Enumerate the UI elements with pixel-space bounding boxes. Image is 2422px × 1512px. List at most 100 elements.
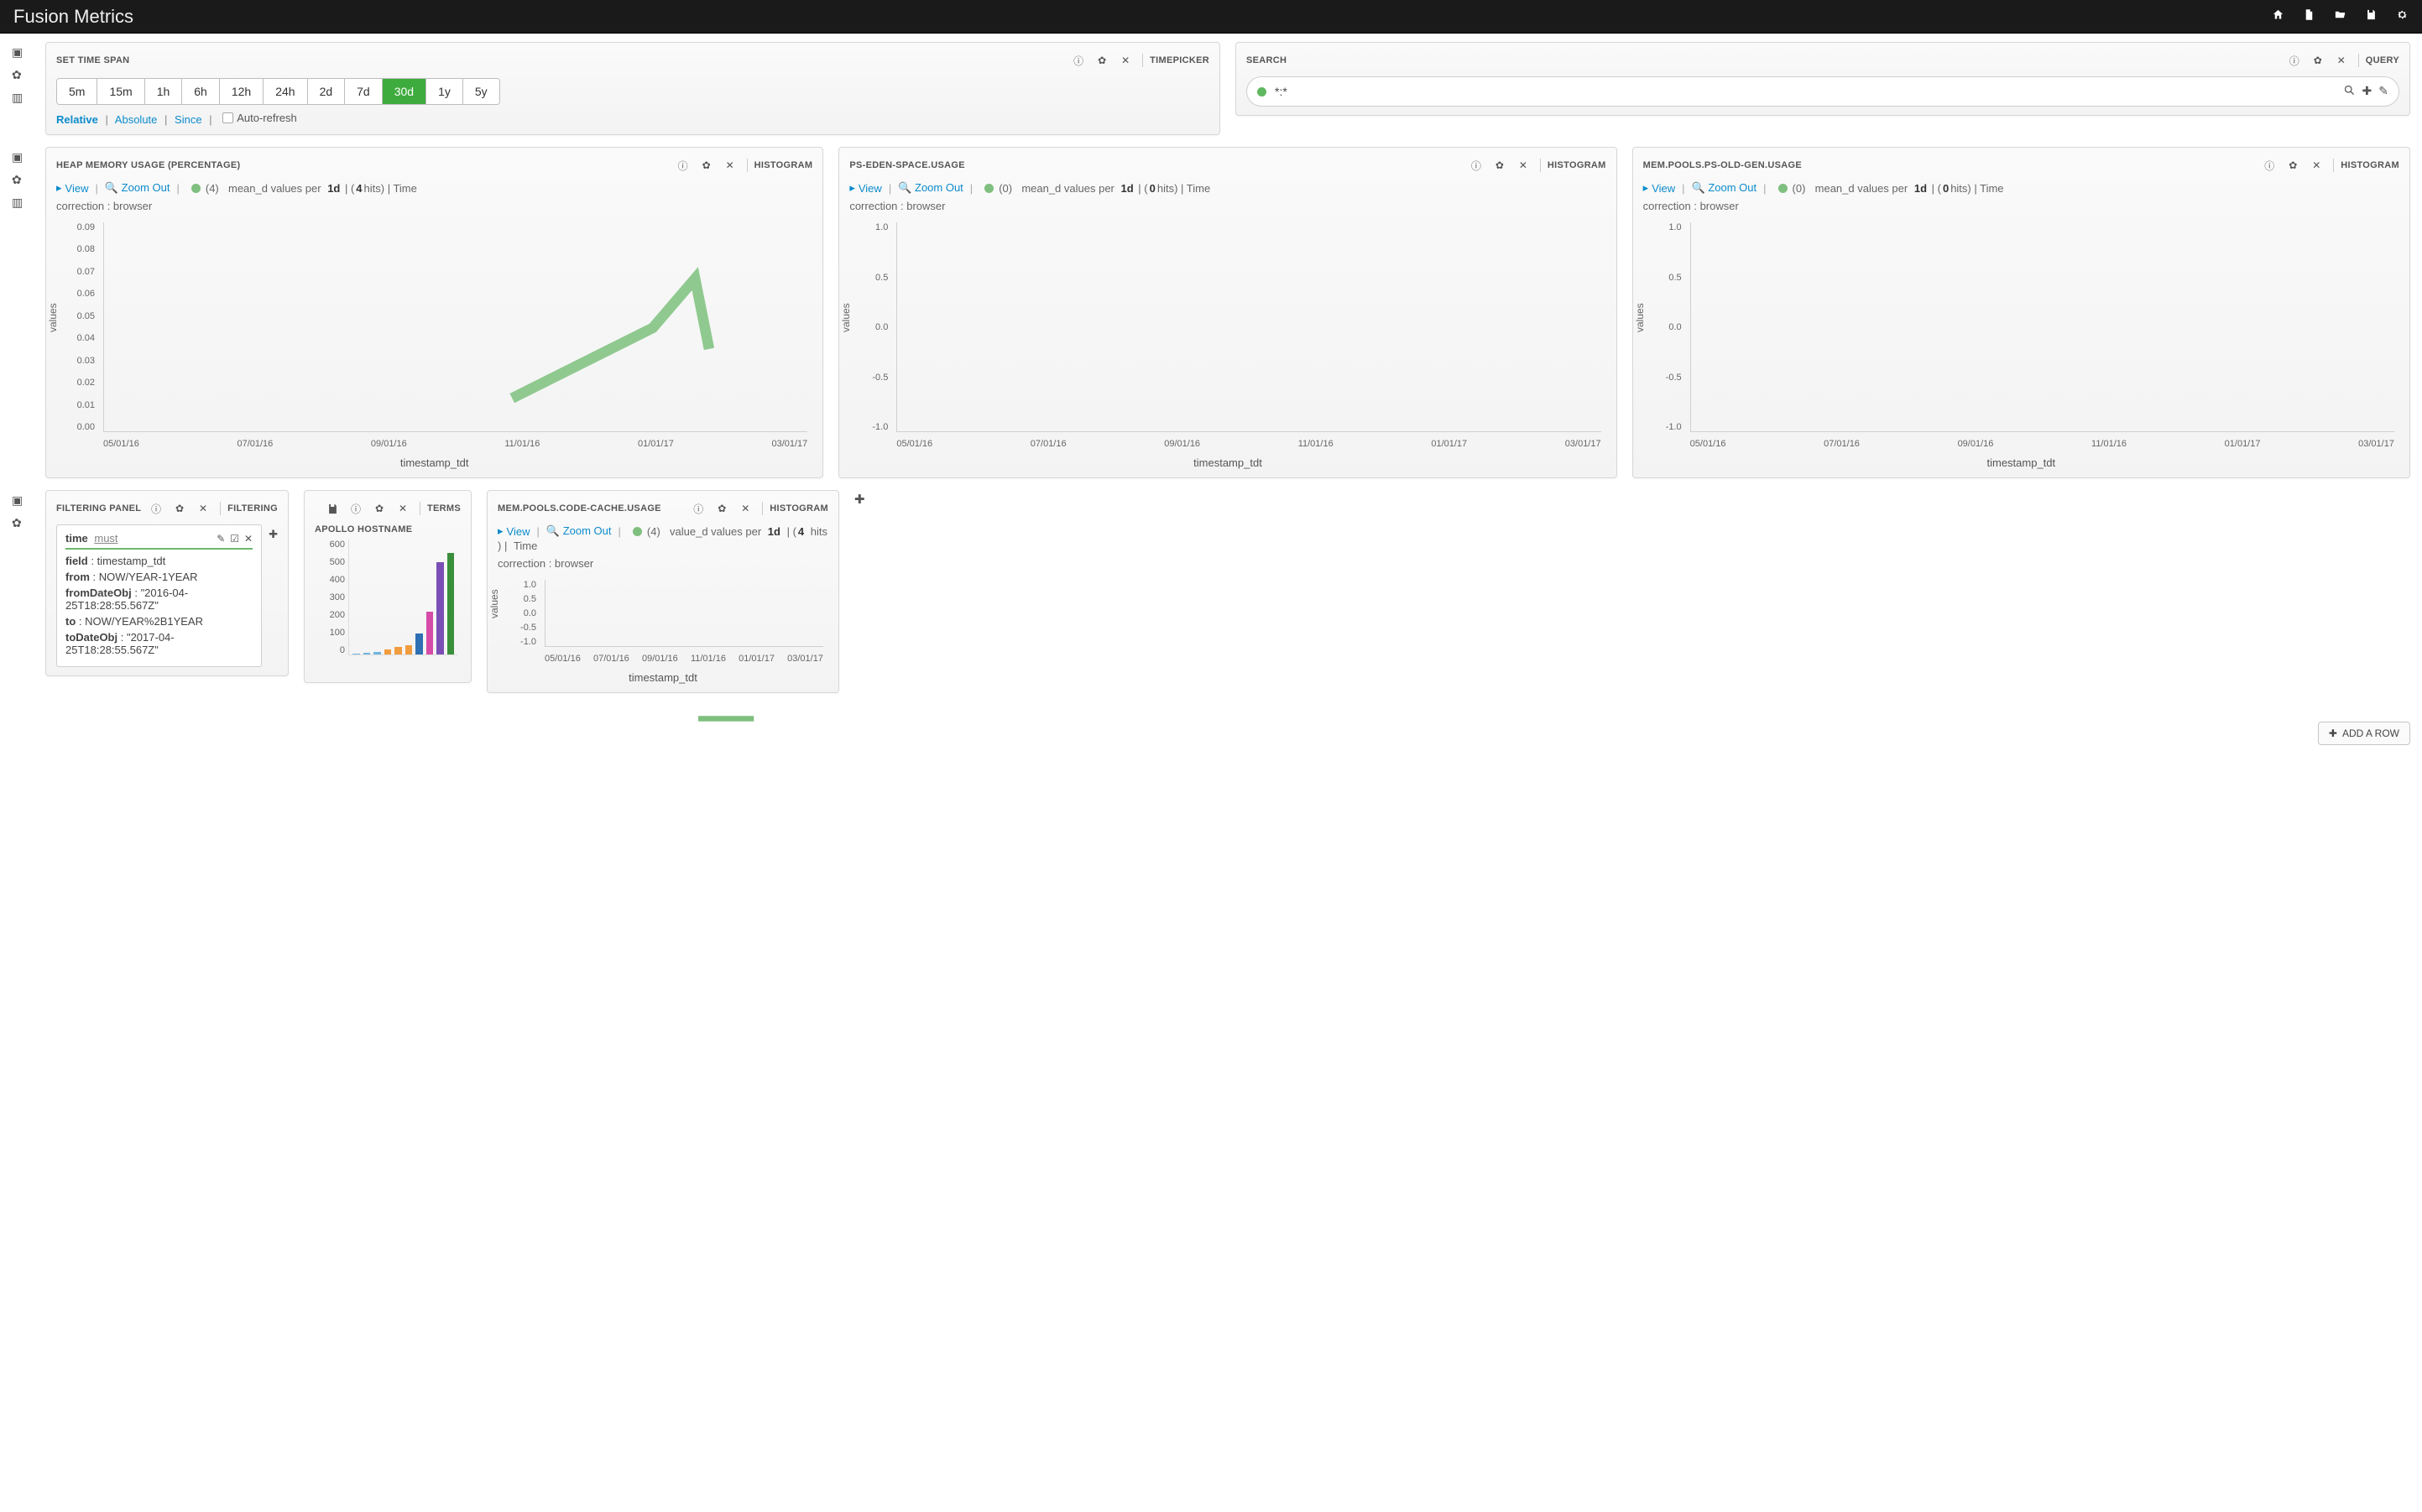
gear-icon[interactable]: ✿ bbox=[712, 499, 732, 518]
bar[interactable] bbox=[363, 653, 371, 654]
mode-absolute[interactable]: Absolute bbox=[115, 113, 158, 126]
gear-icon[interactable]: ✿ bbox=[2283, 156, 2303, 175]
panel-title: FILTERING PANEL bbox=[56, 503, 141, 514]
bar[interactable] bbox=[415, 633, 423, 654]
filter-line: from : NOW/YEAR-1YEAR bbox=[65, 571, 253, 583]
zoom-out-link[interactable]: 🔍 Zoom Out bbox=[1692, 181, 1757, 195]
close-icon[interactable]: ✕ bbox=[720, 156, 740, 175]
check-icon[interactable]: ☑ bbox=[230, 533, 239, 545]
search-icon[interactable] bbox=[2343, 84, 2356, 99]
info-icon[interactable]: ⓘ bbox=[1068, 51, 1088, 70]
chart: values 1.00.50.0-0.5-1.0 05/01/1607/01/1… bbox=[849, 217, 1605, 469]
bar[interactable] bbox=[373, 652, 381, 654]
edit-icon[interactable]: ✎ bbox=[217, 533, 225, 545]
bar[interactable] bbox=[394, 647, 402, 654]
gear-icon[interactable]: ✿ bbox=[2308, 51, 2328, 70]
plus-icon: ✚ bbox=[2329, 727, 2337, 739]
bar[interactable] bbox=[436, 562, 444, 654]
view-link[interactable]: View bbox=[1652, 182, 1675, 195]
layout-icon[interactable]: ▥ bbox=[12, 91, 30, 105]
gear-icon[interactable]: ✿ bbox=[1092, 51, 1112, 70]
timespan-15m[interactable]: 15m bbox=[97, 79, 144, 104]
bar[interactable] bbox=[447, 553, 455, 654]
collapse-icon[interactable]: ▣ bbox=[12, 45, 30, 60]
gear-icon[interactable]: ✿ bbox=[12, 516, 30, 530]
info-icon[interactable]: ⓘ bbox=[688, 499, 708, 518]
close-icon[interactable]: ✕ bbox=[1513, 156, 1533, 175]
mode-relative[interactable]: Relative bbox=[56, 113, 98, 126]
checkbox-icon[interactable] bbox=[222, 112, 233, 123]
info-icon[interactable]: ⓘ bbox=[2284, 51, 2305, 70]
add-panel-plus-icon[interactable]: ✚ bbox=[854, 490, 865, 507]
gear-icon[interactable]: ✿ bbox=[697, 156, 717, 175]
topbar-icons bbox=[2272, 8, 2409, 24]
timespan-2d[interactable]: 2d bbox=[308, 79, 346, 104]
gear-icon[interactable] bbox=[2396, 8, 2409, 24]
info-icon[interactable]: ⓘ bbox=[1466, 156, 1486, 175]
layout-icon[interactable]: ▥ bbox=[12, 196, 30, 210]
panel-title: SEARCH bbox=[1246, 55, 1287, 65]
file-icon[interactable] bbox=[2303, 8, 2315, 24]
timespan-1h[interactable]: 1h bbox=[145, 79, 183, 104]
collapse-icon[interactable]: ▣ bbox=[12, 150, 30, 164]
timespan-buttons: 5m15m1h6h12h24h2d7d30d1y5y bbox=[56, 78, 500, 105]
close-icon[interactable]: ✕ bbox=[2306, 156, 2326, 175]
histogram-panel: MEM.POOLS.PS-OLD-GEN.USAGE ⓘ ✿ ✕ HISTOGR… bbox=[1632, 147, 2410, 478]
timespan-24h[interactable]: 24h bbox=[264, 79, 307, 104]
panel-type: HISTOGRAM bbox=[770, 503, 828, 514]
close-icon[interactable]: ✕ bbox=[244, 533, 253, 545]
close-icon[interactable]: ✕ bbox=[1115, 51, 1135, 70]
view-link[interactable]: View bbox=[507, 525, 530, 538]
close-icon[interactable]: ✕ bbox=[193, 499, 213, 518]
timespan-5y[interactable]: 5y bbox=[463, 79, 499, 104]
timespan-1y[interactable]: 1y bbox=[426, 79, 463, 104]
terms-panel: ⓘ ✿ ✕ TERMS APOLLO HOSTNAME 600500400300… bbox=[304, 490, 472, 683]
bar[interactable] bbox=[405, 645, 413, 654]
info-icon[interactable]: ⓘ bbox=[346, 499, 366, 518]
auto-refresh-toggle[interactable]: Auto-refresh bbox=[222, 112, 297, 124]
bar[interactable] bbox=[426, 612, 434, 654]
mode-since[interactable]: Since bbox=[175, 113, 202, 126]
save-icon[interactable] bbox=[322, 499, 342, 518]
info-icon[interactable]: ⓘ bbox=[2259, 156, 2279, 175]
save-icon[interactable] bbox=[2365, 8, 2378, 24]
view-link[interactable]: View bbox=[859, 182, 882, 195]
close-icon[interactable]: ✕ bbox=[393, 499, 413, 518]
timespan-30d[interactable]: 30d bbox=[383, 79, 426, 104]
gear-icon[interactable]: ✿ bbox=[369, 499, 389, 518]
collapse-icon[interactable]: ▣ bbox=[12, 493, 30, 508]
timespan-12h[interactable]: 12h bbox=[220, 79, 264, 104]
close-icon[interactable]: ✕ bbox=[2331, 51, 2352, 70]
timespan-5m[interactable]: 5m bbox=[57, 79, 97, 104]
close-icon[interactable]: ✕ bbox=[735, 499, 755, 518]
code-cache-chart: values 1.00.50.0-0.5-1.0 05/01/1607/01/1… bbox=[498, 575, 828, 684]
plus-icon[interactable]: ✚ bbox=[2362, 84, 2372, 99]
panel-type: TIMEPICKER bbox=[1150, 55, 1209, 65]
zoom-out-link[interactable]: 🔍 Zoom Out bbox=[898, 181, 963, 195]
zoom-out-link[interactable]: 🔍 Zoom Out bbox=[546, 524, 612, 538]
edit-icon[interactable]: ✎ bbox=[2378, 84, 2388, 99]
filter-line: toDateObj : "2017-04-25T18:28:55.567Z" bbox=[65, 631, 253, 656]
panel-title: PS-EDEN-SPACE.USAGE bbox=[849, 160, 965, 170]
home-icon[interactable] bbox=[2272, 8, 2284, 24]
info-icon[interactable]: ⓘ bbox=[673, 156, 693, 175]
plus-icon[interactable]: ✚ bbox=[269, 524, 278, 541]
add-row-button[interactable]: ✚ ADD A ROW bbox=[2318, 722, 2410, 745]
filter-box: time must ✎ ☑ ✕ field : timestamp_tdtfro… bbox=[56, 524, 262, 667]
info-icon[interactable]: ⓘ bbox=[146, 499, 166, 518]
view-link[interactable]: View bbox=[65, 182, 89, 195]
gear-icon[interactable]: ✿ bbox=[1490, 156, 1510, 175]
gear-icon[interactable]: ✿ bbox=[12, 68, 30, 82]
gear-icon[interactable]: ✿ bbox=[12, 173, 30, 187]
zoom-out-link[interactable]: 🔍 Zoom Out bbox=[105, 181, 170, 195]
chart: values 1.00.50.0-0.5-1.0 05/01/1607/01/1… bbox=[1643, 217, 2399, 469]
timespan-7d[interactable]: 7d bbox=[345, 79, 383, 104]
filter-line: to : NOW/YEAR%2B1YEAR bbox=[65, 615, 253, 628]
series-dot-icon bbox=[633, 527, 642, 536]
search-input[interactable] bbox=[1275, 85, 2343, 98]
bar[interactable] bbox=[384, 649, 392, 654]
timespan-6h[interactable]: 6h bbox=[182, 79, 220, 104]
gear-icon[interactable]: ✿ bbox=[170, 499, 190, 518]
apollo-hostname-chart: 6005004003002001000 bbox=[315, 540, 461, 674]
folder-open-icon[interactable] bbox=[2334, 8, 2346, 24]
